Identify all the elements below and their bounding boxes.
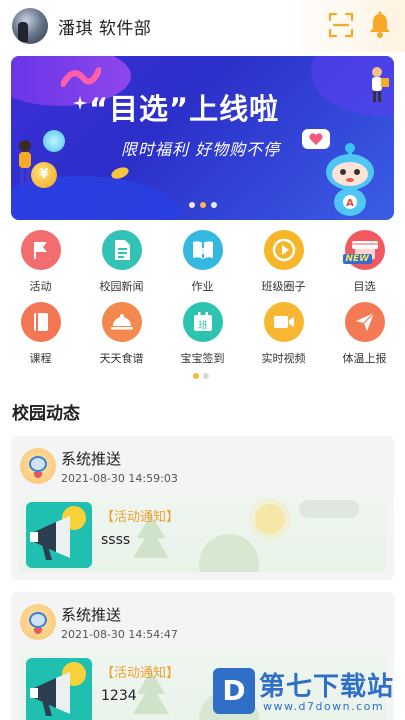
grid-item-label: 宝宝签到 bbox=[180, 352, 225, 365]
document-icon bbox=[101, 230, 142, 270]
promo-banner[interactable]: “目选”上线啦 限时福利 好物购不停 ¥ A bbox=[11, 56, 394, 220]
megaphone-thumbnail bbox=[26, 658, 92, 720]
feed-time: 2021-08-30 14:54:47 bbox=[61, 628, 178, 641]
grid-item-label: 天天食谱 bbox=[99, 352, 144, 365]
bell-icon[interactable] bbox=[367, 11, 393, 39]
bubble-decoration bbox=[43, 130, 65, 152]
grid-item-label: 作业 bbox=[191, 280, 214, 293]
feed-card[interactable]: 系统推送 2021-08-30 14:59:03 【活动通知】 ssss bbox=[11, 436, 394, 580]
new-badge: NEW bbox=[342, 254, 373, 264]
grid-item-label: 班级圈子 bbox=[261, 280, 306, 293]
robot-avatar-icon bbox=[20, 448, 56, 484]
watermark-name: 第七下载站 bbox=[259, 672, 395, 702]
feed-sender: 系统推送 bbox=[61, 450, 122, 468]
grid-item-live-video[interactable]: 实时视频 bbox=[243, 302, 324, 366]
page-dot[interactable] bbox=[203, 373, 209, 379]
feed-text: ssss bbox=[101, 532, 131, 548]
grid-item-label: 活动 bbox=[29, 280, 52, 293]
hill-decoration bbox=[199, 534, 259, 572]
send-icon bbox=[344, 302, 385, 342]
grid-item-campus-news[interactable]: 校园新闻 bbox=[81, 230, 162, 294]
cloud-decoration bbox=[299, 500, 359, 518]
feed-content[interactable]: 【活动通知】 ssss bbox=[19, 494, 386, 572]
book-icon bbox=[182, 230, 223, 270]
banner-title: “目选”上线啦 bbox=[89, 92, 280, 126]
sparkle-icon bbox=[73, 96, 87, 110]
carousel-dot-active[interactable] bbox=[200, 202, 206, 208]
heart-bubble-icon bbox=[302, 129, 330, 149]
watermark-logo: D bbox=[213, 668, 255, 714]
calendar-text: 班 bbox=[198, 319, 207, 331]
grid-item-temperature-report[interactable]: 体温上报 bbox=[324, 302, 405, 366]
feed-tag: 【活动通知】 bbox=[101, 666, 180, 681]
coin-icon: ¥ bbox=[31, 162, 57, 188]
feed-time: 2021-08-30 14:59:03 bbox=[61, 472, 178, 485]
user-name: 潘琪 软件部 bbox=[58, 19, 152, 39]
feed-text: 1234 bbox=[101, 688, 137, 704]
video-camera-icon bbox=[263, 302, 304, 342]
grid-item-label: 课程 bbox=[29, 352, 52, 365]
megaphone-thumbnail bbox=[26, 502, 92, 568]
carousel-dot[interactable] bbox=[189, 202, 195, 208]
grid-item-course[interactable]: 课程 bbox=[0, 302, 81, 366]
section-title: 校园动态 bbox=[12, 404, 80, 424]
grid-page-indicator bbox=[193, 373, 209, 379]
scan-icon[interactable] bbox=[328, 12, 354, 38]
banner-subtitle: 限时福利 好物购不停 bbox=[121, 140, 281, 159]
sun-decoration bbox=[255, 504, 285, 534]
grid-item-label: 目选 bbox=[353, 280, 376, 293]
course-book-icon bbox=[20, 302, 61, 342]
grid-item-label: 实时视频 bbox=[261, 352, 306, 365]
feed-tag: 【活动通知】 bbox=[101, 510, 180, 525]
shop-new-icon: NEW bbox=[342, 230, 385, 270]
grid-item-select-shop[interactable]: NEW 目选 bbox=[324, 230, 405, 294]
carousel-dot[interactable] bbox=[211, 202, 217, 208]
robot-avatar-icon bbox=[20, 604, 56, 640]
grid-item-class-circle[interactable]: 班级圈子 bbox=[243, 230, 324, 294]
play-icon bbox=[263, 230, 304, 270]
grid-item-label: 体温上报 bbox=[342, 352, 387, 365]
grid-item-daily-menu[interactable]: 天天食谱 bbox=[81, 302, 162, 366]
grid-item-baby-checkin[interactable]: 班 宝宝签到 bbox=[162, 302, 243, 366]
top-bar: 潘琪 软件部 bbox=[0, 0, 405, 52]
feed-sender: 系统推送 bbox=[61, 606, 122, 624]
flag-icon bbox=[20, 230, 61, 270]
shopper-illustration bbox=[372, 67, 389, 102]
grid-item-activity[interactable]: 活动 bbox=[0, 230, 81, 294]
watermark-url: www.d7down.com bbox=[263, 700, 385, 713]
page-dot-active[interactable] bbox=[193, 373, 199, 379]
grid-item-homework[interactable]: 作业 bbox=[162, 230, 243, 294]
svg-text:A: A bbox=[346, 198, 354, 209]
avatar[interactable] bbox=[12, 8, 48, 44]
calendar-icon: 班 bbox=[182, 302, 223, 342]
grid-item-label: 校园新闻 bbox=[99, 280, 144, 293]
carousel-indicator bbox=[189, 202, 217, 208]
food-cover-icon bbox=[101, 302, 142, 342]
site-watermark: D 第七下载站 www.d7down.com bbox=[213, 664, 403, 718]
